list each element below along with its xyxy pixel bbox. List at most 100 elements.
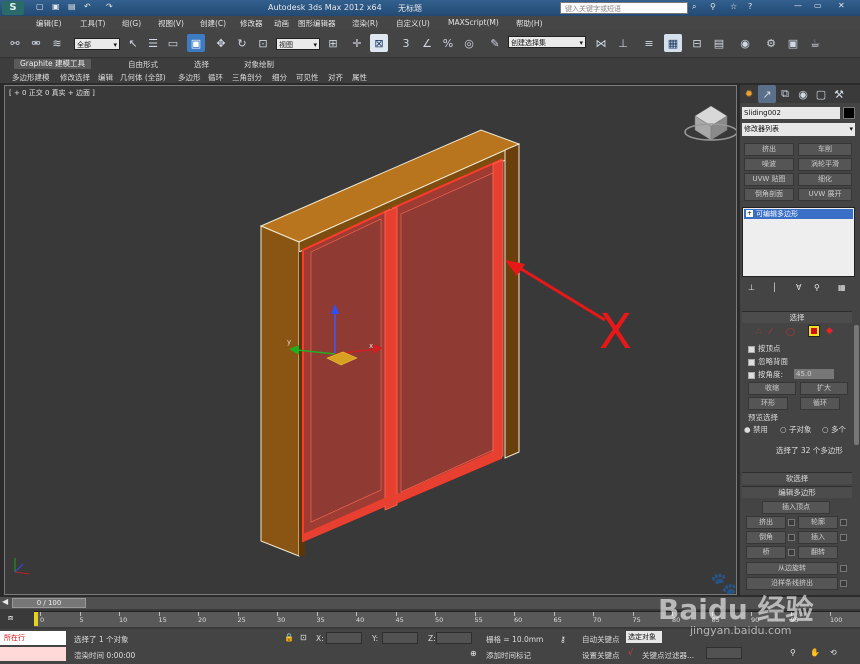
- inset-settings-icon[interactable]: [840, 534, 847, 541]
- set-key-button[interactable]: 设置关键点: [582, 650, 620, 661]
- rollout-soft-selection-header[interactable]: 软选择: [742, 472, 852, 484]
- bevel-settings-icon[interactable]: [788, 534, 795, 541]
- key-filters-button[interactable]: 关键点过滤器...: [642, 650, 694, 661]
- shrink-button[interactable]: 收缩: [748, 382, 796, 395]
- ribbon-visibility[interactable]: 可见性: [296, 72, 319, 83]
- hierarchy-tab-icon[interactable]: ⧉: [776, 85, 794, 103]
- undo-icon[interactable]: ↶: [84, 2, 91, 11]
- track-bar[interactable]: 0 5 10 15 20 25 30 35 40 45 50 55 60 65 70 75 80 85 90 95 10…: [34, 611, 860, 627]
- ribbon-subdivision[interactable]: 细分: [272, 72, 287, 83]
- maxscript-output[interactable]: [0, 647, 66, 661]
- select-object-icon[interactable]: ↖: [124, 34, 142, 52]
- maxscript-listener[interactable]: 所在行: [0, 631, 66, 645]
- key-icon[interactable]: ⚷: [560, 635, 566, 644]
- mod-uvw-map-button[interactable]: UVW 贴图: [744, 173, 794, 186]
- menu-create[interactable]: 创建(C): [200, 18, 226, 29]
- mod-bevel-profile-button[interactable]: 倒角剖面: [744, 188, 794, 201]
- rectangular-selection-icon[interactable]: ▭: [164, 34, 182, 52]
- configure-sets-icon[interactable]: ▦: [838, 283, 846, 292]
- ribbon-align[interactable]: 对齐: [328, 72, 343, 83]
- lock-selection-icon[interactable]: 🔒: [284, 633, 294, 642]
- inset-button[interactable]: 插入: [798, 531, 838, 544]
- window-crossing-icon[interactable]: ▣: [187, 34, 205, 52]
- app-logo[interactable]: S: [2, 1, 24, 15]
- bind-spacewarp-icon[interactable]: ≋: [48, 34, 66, 52]
- outline-settings-icon[interactable]: [840, 519, 847, 526]
- ribbon-loops[interactable]: 循环: [208, 72, 223, 83]
- make-unique-icon[interactable]: ∀: [796, 283, 801, 292]
- quick-save-icon[interactable]: ▤: [68, 2, 76, 11]
- extrude-spline-settings-icon[interactable]: [840, 580, 847, 587]
- mod-noise-button[interactable]: 噪波: [744, 158, 794, 171]
- grow-button[interactable]: 扩大: [800, 382, 848, 395]
- edge-mode-icon[interactable]: ⁄: [770, 327, 771, 336]
- angle-snap-icon[interactable]: ∠: [418, 34, 436, 52]
- y-coordinate-input[interactable]: [382, 632, 418, 644]
- ribbon-tab-graphite[interactable]: Graphite 建模工具: [14, 59, 92, 69]
- angle-input[interactable]: 45.0: [794, 369, 834, 379]
- hinge-from-edge-button[interactable]: 从边旋转: [746, 562, 838, 575]
- menu-edit[interactable]: 编辑(E): [36, 18, 62, 29]
- absolute-mode-icon[interactable]: ⊡: [300, 633, 307, 642]
- stack-expand-icon[interactable]: +: [746, 210, 753, 217]
- ribbon-geometry-all[interactable]: 几何体 (全部): [120, 72, 166, 83]
- by-angle-checkbox[interactable]: 按角度:: [748, 369, 783, 380]
- border-mode-icon[interactable]: ◯: [786, 327, 795, 336]
- modify-tab-icon[interactable]: ↗: [758, 85, 776, 103]
- help-icon[interactable]: ⚲: [710, 2, 716, 11]
- by-angle-check[interactable]: [748, 371, 755, 379]
- auto-key-button[interactable]: 自动关键点: [582, 634, 620, 645]
- menu-rendering[interactable]: 渲染(R): [352, 18, 378, 29]
- ribbon-tab-selection[interactable]: 选择: [194, 59, 209, 70]
- quick-open-icon[interactable]: ▣: [52, 2, 60, 11]
- mod-lathe-button[interactable]: 车削: [798, 143, 852, 156]
- modifier-list-dropdown[interactable]: 修改器列表 ▾: [742, 123, 855, 136]
- select-by-name-icon[interactable]: ☰: [144, 34, 162, 52]
- ribbon-tab-freeform[interactable]: 自由形式: [128, 59, 158, 70]
- utilities-tab-icon[interactable]: ⚒: [830, 85, 848, 103]
- by-vertex-checkbox[interactable]: 按顶点: [748, 343, 781, 354]
- curve-editor-icon[interactable]: ⊟: [688, 34, 706, 52]
- menu-animation[interactable]: 动画: [274, 18, 289, 29]
- named-selection-dropdown[interactable]: 创建选择集 ▾: [508, 36, 586, 48]
- modifier-stack[interactable]: + 可编辑多边形: [742, 207, 855, 277]
- frame-input[interactable]: [706, 647, 742, 659]
- ribbon-edit[interactable]: 编辑: [98, 72, 113, 83]
- schematic-view-icon[interactable]: ▤: [710, 34, 728, 52]
- bevel-button[interactable]: 倒角: [746, 531, 786, 544]
- reference-coordinate-dropdown[interactable]: 视图 ▾: [276, 38, 320, 50]
- menu-group[interactable]: 组(G): [122, 18, 141, 29]
- ribbon-polygons[interactable]: 多边形: [178, 72, 201, 83]
- rollout-edit-polygons-header[interactable]: 编辑多边形: [742, 486, 852, 498]
- ribbon-properties[interactable]: 属性: [352, 72, 367, 83]
- extrude-along-spline-button[interactable]: 沿样条线挤出: [746, 577, 838, 590]
- close-icon[interactable]: ✕: [838, 1, 845, 10]
- maximize-icon[interactable]: ▭: [814, 1, 822, 10]
- material-editor-icon[interactable]: ◉: [736, 34, 754, 52]
- menu-tools[interactable]: 工具(T): [80, 18, 105, 29]
- panel-scrollbar[interactable]: [854, 325, 859, 445]
- graphite-toggle-icon[interactable]: ▦: [664, 34, 682, 52]
- render-production-icon[interactable]: ☕: [806, 34, 824, 52]
- menu-customize[interactable]: 自定义(U): [396, 18, 430, 29]
- ribbon-modify-selection[interactable]: 修改选择: [60, 72, 90, 83]
- preview-subobject-radio[interactable]: ○ 子对象: [780, 424, 811, 435]
- menu-maxscript[interactable]: MAXScript(M): [448, 18, 499, 27]
- rotate-icon[interactable]: ↻: [233, 34, 251, 52]
- polygon-mode-icon[interactable]: [808, 325, 820, 337]
- time-slider[interactable]: 0 / 100 ◀: [0, 597, 860, 609]
- info-icon[interactable]: ?: [748, 2, 752, 11]
- ribbon-tris[interactable]: 三角剖分: [232, 72, 262, 83]
- ignore-backfacing-checkbox[interactable]: 忽略背面: [748, 356, 788, 367]
- layer-manager-icon[interactable]: ≡: [640, 34, 658, 52]
- timeline[interactable]: 0 / 100 ◀ 0 5 10 15 20 25 30 35 40 45 50 55 60 65 70 75…: [0, 597, 860, 629]
- hinge-settings-icon[interactable]: [840, 565, 847, 572]
- select-manipulate-icon[interactable]: ✛: [348, 34, 366, 52]
- align-icon[interactable]: ⊥: [614, 34, 632, 52]
- selected-dropdown[interactable]: 选定对象: [626, 631, 662, 643]
- unlink-icon[interactable]: ⚮: [27, 34, 45, 52]
- menu-modifiers[interactable]: 修改器: [240, 18, 263, 29]
- motion-tab-icon[interactable]: ◉: [794, 85, 812, 103]
- create-tab-icon[interactable]: ✹: [740, 85, 758, 103]
- flip-button[interactable]: 翻转: [798, 546, 838, 559]
